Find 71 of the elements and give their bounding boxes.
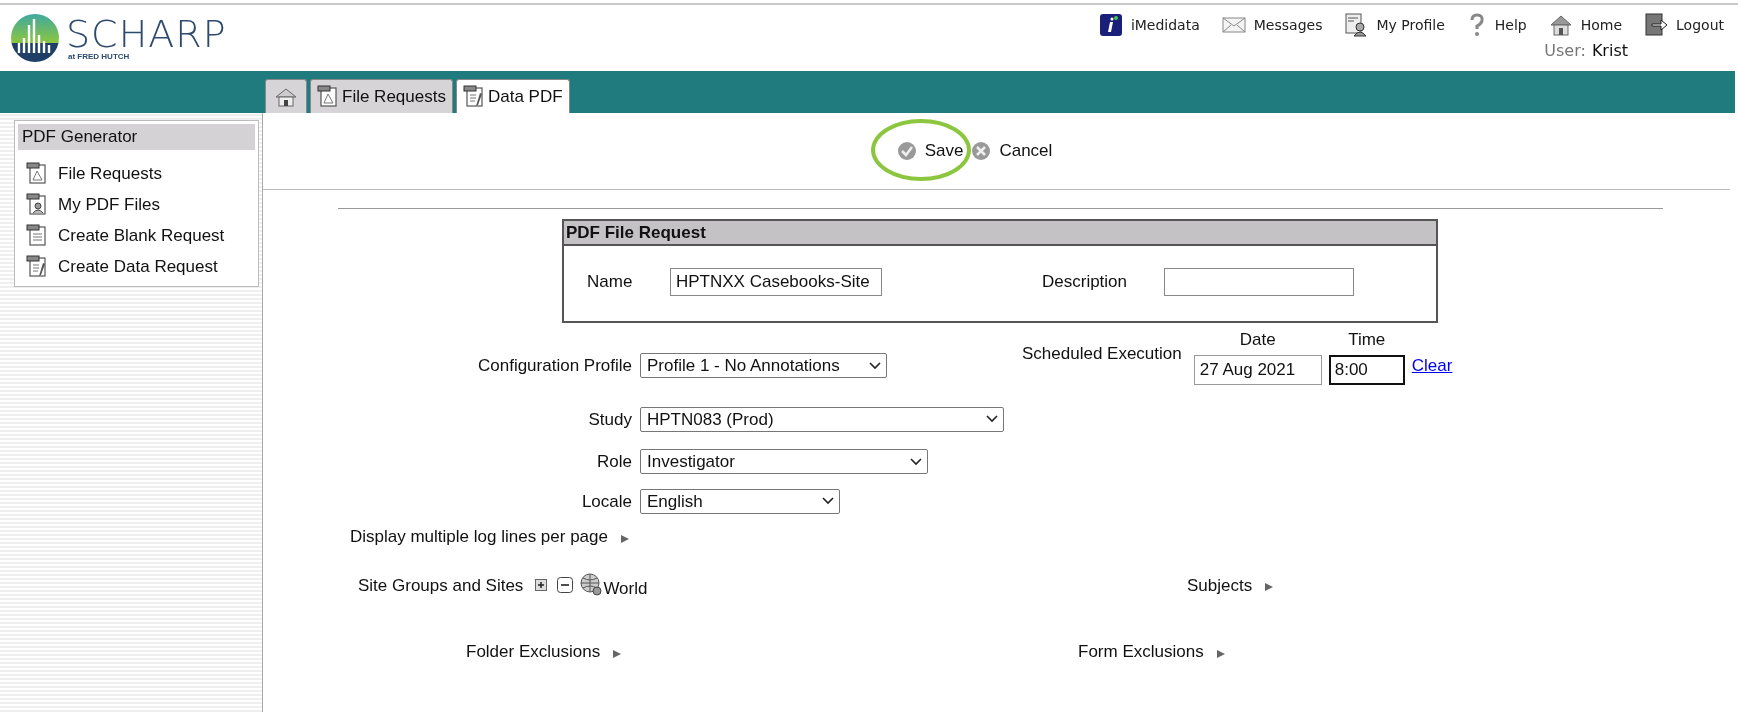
nav-link[interactable]: Logout bbox=[1644, 13, 1724, 37]
field-label: Form Exclusions bbox=[1078, 641, 1204, 663]
save-button[interactable]: Save bbox=[892, 138, 968, 164]
field-label: Subjects bbox=[1187, 574, 1253, 597]
dropdown[interactable]: HPTN083 (Prod) bbox=[640, 406, 1004, 432]
sidebar-item[interactable]: My PDF Files bbox=[26, 191, 255, 218]
field-label: Locale bbox=[580, 490, 633, 513]
expand-icon bbox=[535, 579, 548, 592]
logo-text: SCHARP bbox=[66, 15, 227, 52]
nav-link[interactable]: Help bbox=[1466, 13, 1527, 37]
play-arrow-icon bbox=[1215, 648, 1226, 659]
play-arrow-icon bbox=[612, 648, 623, 659]
text-field[interactable]: HPTNXX Casebooks-Site bbox=[670, 267, 882, 296]
tab[interactable]: Data PDF bbox=[455, 79, 570, 113]
chevron-down-icon bbox=[986, 415, 998, 424]
user-name: Krist bbox=[1591, 40, 1628, 62]
check-icon bbox=[896, 141, 917, 161]
document-icon bbox=[317, 84, 339, 109]
column-label: Date bbox=[1239, 329, 1276, 351]
nav-link[interactable]: Messages bbox=[1221, 14, 1323, 36]
dropdown[interactable]: Profile 1 - No Annotations bbox=[640, 353, 887, 379]
envelope-icon bbox=[1221, 16, 1246, 34]
dropdown[interactable]: Investigator bbox=[640, 449, 928, 475]
tab[interactable]: File Requests bbox=[310, 79, 453, 113]
field-label: Display multiple log lines per page bbox=[350, 526, 608, 548]
field-label: Folder Exclusions bbox=[466, 641, 601, 663]
panel-title: PDF Generator bbox=[18, 124, 255, 150]
text-field[interactable] bbox=[1164, 267, 1354, 296]
profile-icon bbox=[1344, 13, 1369, 37]
house-icon bbox=[274, 86, 298, 107]
nav-link[interactable]: My Profile bbox=[1344, 13, 1445, 37]
sidebar-item[interactable]: File Requests bbox=[26, 160, 255, 187]
user-label: User: bbox=[1544, 40, 1586, 62]
sidebar-item[interactable]: Create Data Request bbox=[26, 253, 255, 280]
field-label: Study bbox=[587, 408, 633, 431]
dropdown[interactable]: English bbox=[640, 488, 840, 514]
time-field[interactable]: 8:00 bbox=[1328, 354, 1405, 385]
tree-node[interactable]: World bbox=[603, 575, 648, 601]
document-icon bbox=[26, 161, 48, 186]
logo-emblem-icon bbox=[10, 13, 60, 63]
collapse-icon bbox=[557, 577, 574, 594]
close-icon bbox=[971, 141, 992, 161]
field-label: Configuration Profile bbox=[476, 355, 633, 377]
field-label: Site Groups and Sites bbox=[358, 574, 524, 597]
clear-link[interactable]: Clear bbox=[1411, 353, 1453, 379]
chevron-down-icon bbox=[822, 497, 834, 506]
field-label: Name bbox=[587, 270, 634, 293]
nav-link[interactable]: iMedidata bbox=[1098, 13, 1200, 37]
globe-icon bbox=[579, 573, 604, 598]
document-person-icon bbox=[26, 192, 48, 217]
document-pen-icon bbox=[462, 84, 485, 109]
chevron-down-icon bbox=[869, 361, 881, 370]
field-label: Role bbox=[596, 451, 633, 473]
exit-door-icon bbox=[1644, 13, 1669, 37]
sidebar-item[interactable]: Create Blank Request bbox=[26, 222, 255, 249]
nav-link[interactable]: Home bbox=[1548, 14, 1623, 36]
tab[interactable] bbox=[265, 79, 307, 113]
panel-title: PDF File Request bbox=[564, 221, 1436, 246]
info-icon bbox=[1098, 13, 1123, 37]
house-icon bbox=[1548, 14, 1573, 36]
play-arrow-icon bbox=[620, 533, 630, 544]
document-pen-icon bbox=[26, 254, 48, 279]
field-label: Scheduled Execution bbox=[1022, 343, 1182, 365]
date-field[interactable]: 27 Aug 2021 bbox=[1193, 354, 1322, 385]
cancel-button[interactable]: Cancel bbox=[967, 138, 1057, 164]
column-label: Time bbox=[1348, 329, 1386, 351]
logo-subtitle: at FRED HUTCH bbox=[68, 52, 131, 61]
play-arrow-icon bbox=[1264, 582, 1275, 593]
field-label: Description bbox=[1042, 270, 1129, 293]
chevron-down-icon bbox=[910, 457, 922, 466]
document-icon bbox=[26, 223, 48, 248]
